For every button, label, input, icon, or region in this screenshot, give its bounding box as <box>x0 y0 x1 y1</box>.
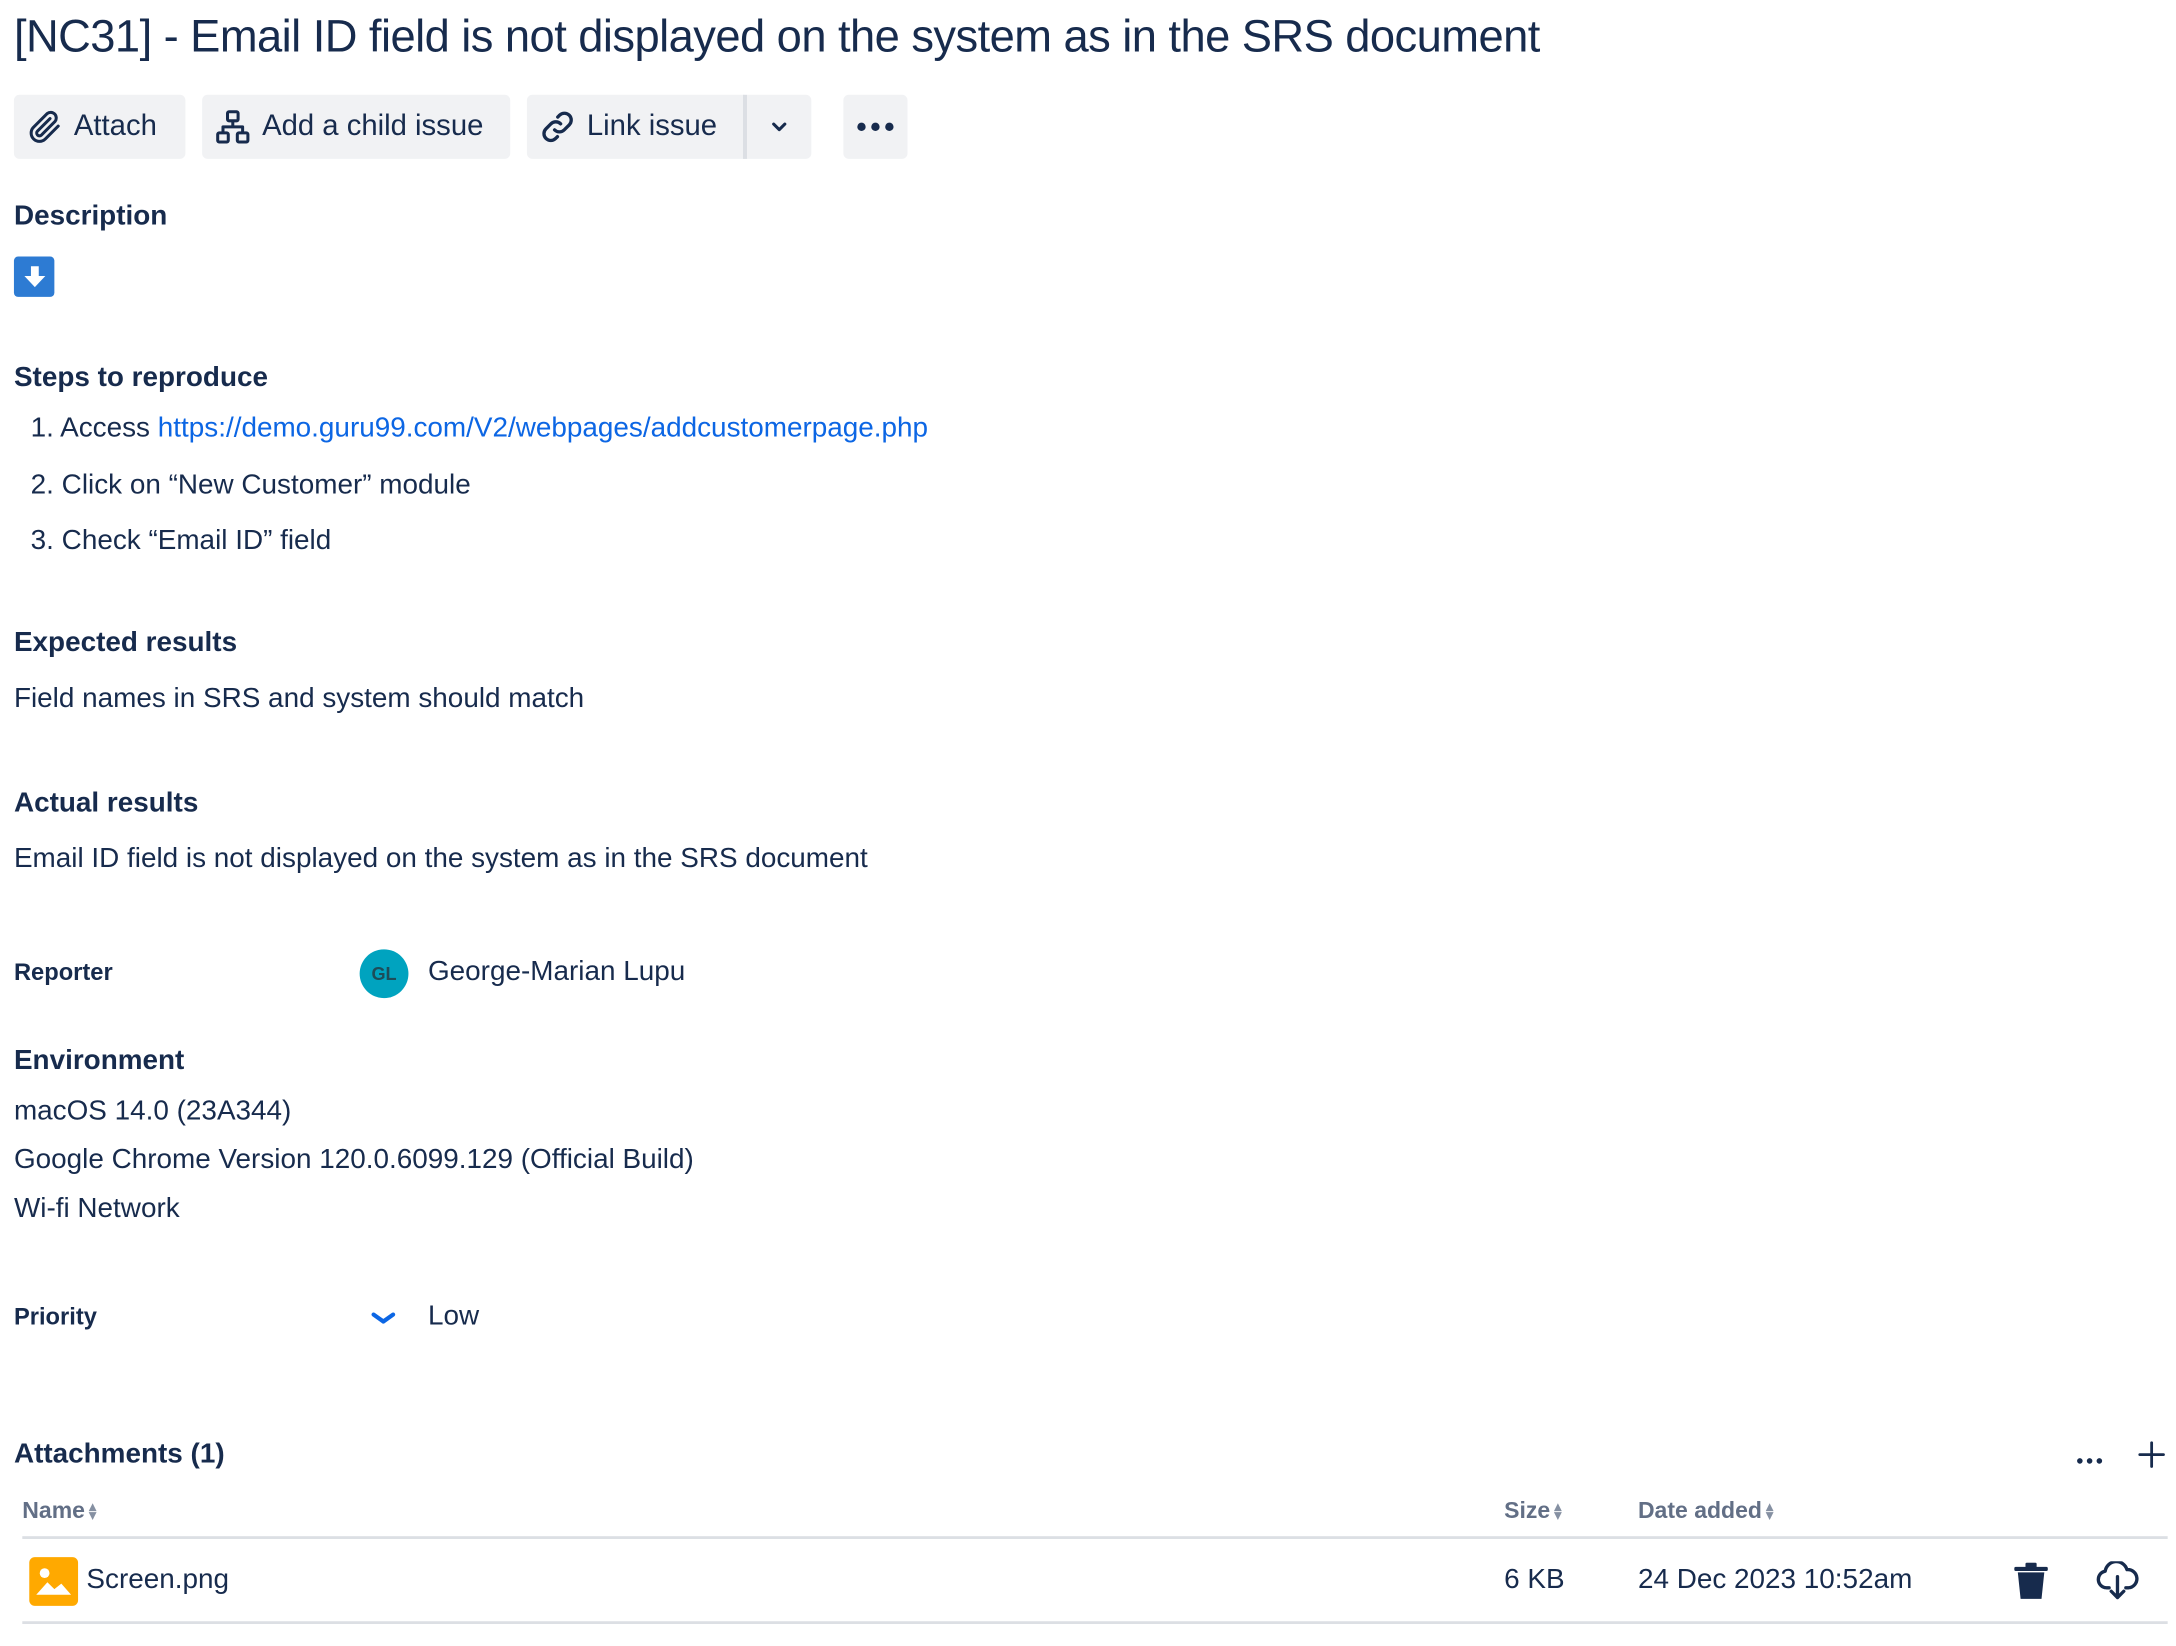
list-item: 2. Click on “New Customer” module <box>31 470 471 502</box>
expected-text: Field names in SRS and system should mat… <box>13 683 585 714</box>
column-header-size[interactable]: Size ▴ ▾ <box>1504 1499 1561 1525</box>
step-text: Access <box>60 412 158 444</box>
environment-line: Google Chrome Version 120.0.6099.129 (Of… <box>13 1144 694 1176</box>
avatar[interactable]: GL <box>359 949 409 999</box>
table-row[interactable]: Screen.png 6 KB 24 Dec 2023 10:52am <box>22 1539 2167 1623</box>
list-item: 3. Check “Email ID” field <box>31 526 332 558</box>
attachments-more-icon[interactable] <box>2074 1448 2105 1473</box>
issue-title[interactable]: [NC31] - Email ID field is not displayed… <box>14 11 1540 63</box>
add-child-issue-button[interactable]: Add a child issue <box>202 94 511 159</box>
more-icon <box>855 121 897 132</box>
reporter-label: Reporter <box>13 959 113 986</box>
hierarchy-icon <box>215 109 251 145</box>
issue-view: [NC31] - Email ID field is not displayed… <box>0 0 2176 1646</box>
environment-line: Wi-fi Network <box>13 1193 180 1224</box>
actual-text: Email ID field is not displayed on the s… <box>13 843 868 875</box>
attachment-date: 24 Dec 2023 10:52am <box>1637 1564 1913 1595</box>
priority-low-icon <box>368 1308 399 1334</box>
expected-heading: Expected results <box>13 627 238 658</box>
link-issue-label: Link issue <box>586 110 718 143</box>
priority-value[interactable]: Low <box>428 1301 479 1333</box>
column-header-date[interactable]: Date added ▴ ▾ <box>1638 1499 1773 1525</box>
more-actions-button[interactable] <box>843 94 908 159</box>
chevron-down-icon <box>768 116 790 138</box>
attach-label: Attach <box>73 110 157 143</box>
arrow-down-icon[interactable] <box>13 256 55 297</box>
steps-heading: Steps to reproduce <box>13 362 269 394</box>
sort-icon: ▴ ▾ <box>1554 1499 1562 1523</box>
attachment-size: 6 KB <box>1504 1564 1565 1595</box>
trash-icon[interactable] <box>2013 1562 2049 1608</box>
link-issue-button[interactable]: Link issue <box>526 94 745 159</box>
environment-line: macOS 14.0 (23A344) <box>13 1095 292 1127</box>
add-attachment-icon[interactable] <box>2137 1440 2166 1476</box>
attach-button[interactable]: Attach <box>13 94 186 159</box>
attachment-name[interactable]: Screen.png <box>86 1564 229 1596</box>
list-item: 1. Access https://demo.guru99.com/V2/web… <box>31 413 928 445</box>
sort-icon: ▴ ▾ <box>1766 1499 1774 1523</box>
add-child-label: Add a child issue <box>262 110 484 143</box>
list-number: 2. <box>30 469 54 501</box>
table-bottom-divider <box>22 1621 2168 1625</box>
avatar-initials: GL <box>371 963 397 985</box>
link-icon <box>539 109 575 145</box>
list-number: 3. <box>30 525 54 557</box>
step-text: Click on “New Customer” module <box>61 469 471 501</box>
priority-label: Priority <box>13 1303 97 1330</box>
link-issue-dropdown-button[interactable] <box>747 94 812 159</box>
attachments-heading: Attachments (1) <box>13 1438 225 1470</box>
environment-heading: Environment <box>13 1045 185 1077</box>
reporter-name[interactable]: George-Marian Lupu <box>428 956 685 988</box>
step-text: Check “Email ID” field <box>61 525 332 557</box>
demo-url-link[interactable]: https://demo.guru99.com/V2/webpages/addc… <box>158 413 928 444</box>
column-header-name[interactable]: Name ▴ ▾ <box>22 1499 96 1525</box>
image-file-icon <box>29 1557 79 1606</box>
description-heading: Description <box>13 200 168 232</box>
list-number: 1. <box>30 412 54 444</box>
paperclip-icon <box>26 109 62 145</box>
sort-icon: ▴ ▾ <box>89 1499 97 1523</box>
actual-heading: Actual results <box>13 787 199 819</box>
download-icon[interactable] <box>2095 1559 2140 1607</box>
